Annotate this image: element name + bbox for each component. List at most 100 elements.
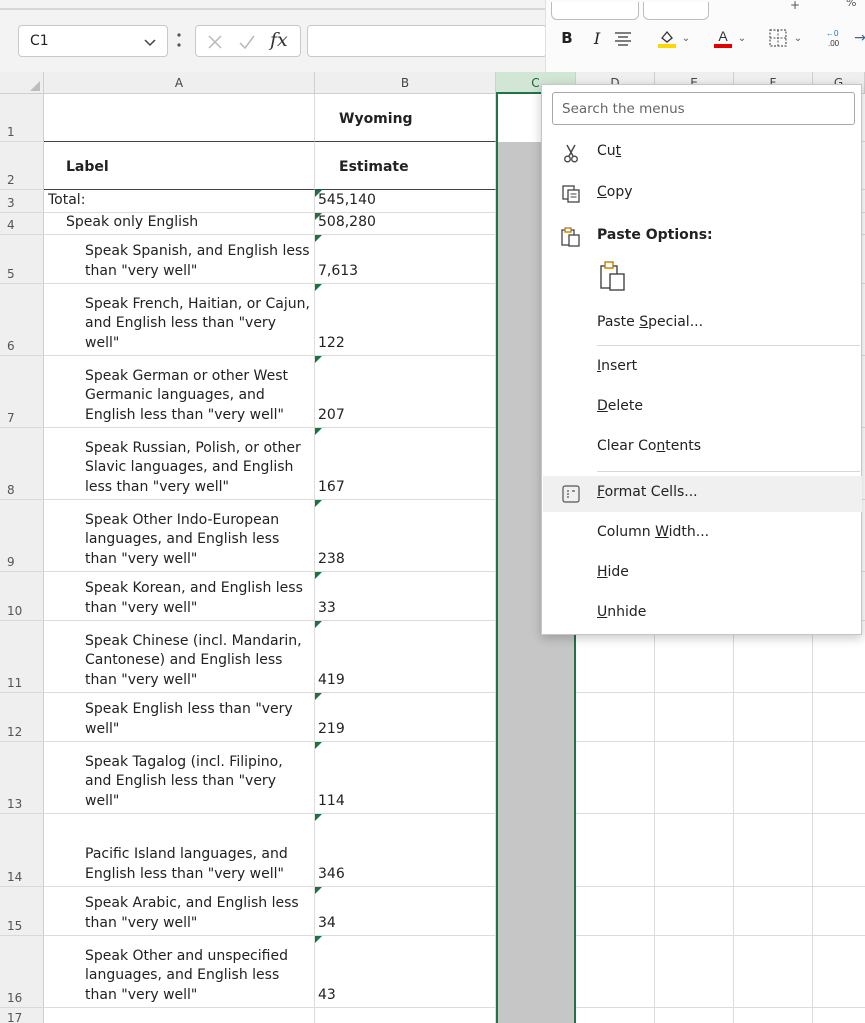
row-header[interactable]: 13	[0, 742, 44, 814]
cell-a17[interactable]	[44, 1008, 315, 1023]
fill-color-icon[interactable]	[656, 26, 678, 50]
number-as-text-indicator-icon[interactable]	[315, 621, 322, 628]
row-header[interactable]: 1	[0, 94, 44, 142]
cell-b5[interactable]: 7,613	[315, 235, 496, 284]
cell-a8[interactable]: Speak Russian, Polish, or other Slavic l…	[44, 428, 315, 500]
cell-a13[interactable]: Speak Tagalog (incl. Filipino, and Engli…	[44, 742, 315, 814]
menu-item-clear-contents[interactable]: Clear Contents	[543, 430, 862, 466]
italic-button[interactable]: I	[590, 26, 604, 50]
cell-b11[interactable]: 419	[315, 621, 496, 693]
cell-a15[interactable]: Speak Arabic, and English less than "ver…	[44, 887, 315, 936]
row-header[interactable]: 15	[0, 887, 44, 936]
cell-b4[interactable]: 508,280	[315, 213, 496, 235]
number-as-text-indicator-icon[interactable]	[315, 356, 322, 363]
cell-b9[interactable]: 238	[315, 500, 496, 572]
column-header-b[interactable]: B	[315, 72, 496, 94]
row-header[interactable]: 4	[0, 213, 44, 235]
number-as-text-indicator-icon[interactable]	[315, 235, 322, 242]
row-header[interactable]: 12	[0, 693, 44, 742]
number-as-text-indicator-icon[interactable]	[315, 500, 322, 507]
cell-b10[interactable]: 33	[315, 572, 496, 621]
cell-a2[interactable]: Label	[44, 142, 315, 190]
cell-a14[interactable]: Pacific Island languages, and English le…	[44, 814, 315, 887]
decrease-decimal-icon[interactable]: →	[854, 26, 865, 50]
number-as-text-indicator-icon[interactable]	[315, 284, 322, 291]
menu-item-hide[interactable]: Hide	[543, 556, 862, 592]
number-as-text-indicator-icon[interactable]	[315, 814, 322, 821]
percent-style-icon[interactable]: %	[846, 0, 856, 9]
cell-b15[interactable]: 34	[315, 887, 496, 936]
row-header[interactable]: 10	[0, 572, 44, 621]
row-header[interactable]: 7	[0, 356, 44, 428]
row-header[interactable]: 16	[0, 936, 44, 1008]
row-header[interactable]: 9	[0, 500, 44, 572]
row-header[interactable]: 6	[0, 284, 44, 356]
font-color-dropdown-icon[interactable]: ⌄	[737, 26, 747, 50]
cell-a16[interactable]: Speak Other and unspecified languages, a…	[44, 936, 315, 1008]
cell-a4[interactable]: Speak only English	[44, 213, 315, 235]
font-name-combo[interactable]	[551, 2, 639, 20]
increase-decimal-icon[interactable]: ←0.00	[824, 26, 848, 50]
cell-b8[interactable]: 167	[315, 428, 496, 500]
cancel-icon[interactable]	[205, 32, 225, 52]
menu-search-input[interactable]	[553, 93, 854, 124]
number-as-text-indicator-icon[interactable]	[315, 693, 322, 700]
row-header[interactable]: 17	[0, 1008, 44, 1023]
bold-button[interactable]: B	[560, 26, 574, 50]
row-header[interactable]: 5	[0, 235, 44, 284]
row-header[interactable]: 8	[0, 428, 44, 500]
menu-item-delete[interactable]: Delete	[543, 390, 862, 426]
cell-a11[interactable]: Speak Chinese (incl. Mandarin, Cantonese…	[44, 621, 315, 693]
row-header[interactable]: 2	[0, 142, 44, 190]
font-size-combo[interactable]	[643, 2, 709, 20]
select-all-corner[interactable]	[0, 72, 44, 94]
row-header[interactable]: 11	[0, 621, 44, 693]
cell-a9[interactable]: Speak Other Indo-European languages, and…	[44, 500, 315, 572]
menu-item-format-cells[interactable]: Format Cells...	[543, 476, 862, 512]
row-header[interactable]: 14	[0, 814, 44, 887]
cell-b14[interactable]: 346	[315, 814, 496, 887]
formula-input[interactable]	[307, 25, 547, 57]
menu-item-copy[interactable]: Copy	[543, 176, 862, 212]
borders-icon[interactable]	[768, 26, 788, 50]
cell-b3[interactable]: 545,140	[315, 190, 496, 213]
enter-check-icon[interactable]	[237, 32, 257, 52]
insert-function-button[interactable]: fx	[270, 29, 288, 51]
cell-b6[interactable]: 122	[315, 284, 496, 356]
cell-a6[interactable]: Speak French, Haitian, or Cajun, and Eng…	[44, 284, 315, 356]
row-header[interactable]: 3	[0, 190, 44, 213]
cell-b17[interactable]	[315, 1008, 496, 1023]
cell-a12[interactable]: Speak English less than "very well"	[44, 693, 315, 742]
more-options-icon[interactable]	[176, 29, 182, 51]
number-as-text-indicator-icon[interactable]	[315, 887, 322, 894]
number-as-text-indicator-icon[interactable]	[315, 428, 322, 435]
font-color-icon[interactable]: A	[712, 26, 734, 50]
cell-a10[interactable]: Speak Korean, and English less than "ver…	[44, 572, 315, 621]
chevron-down-icon[interactable]	[143, 35, 157, 49]
align-center-icon[interactable]	[614, 26, 632, 50]
cell-b13[interactable]: 114	[315, 742, 496, 814]
menu-search-box[interactable]	[552, 92, 855, 125]
menu-item-cut[interactable]: Cut	[543, 135, 862, 171]
number-as-text-indicator-icon[interactable]	[315, 742, 322, 749]
cell-b7[interactable]: 207	[315, 356, 496, 428]
cell-b16[interactable]: 43	[315, 936, 496, 1008]
column-header-a[interactable]: A	[44, 72, 315, 94]
paste-button-icon[interactable]	[598, 260, 628, 292]
borders-dropdown-icon[interactable]: ⌄	[793, 26, 803, 50]
cell-b12[interactable]: 219	[315, 693, 496, 742]
menu-item-insert[interactable]: Insert	[543, 350, 862, 386]
cell-b2[interactable]: Estimate	[315, 142, 496, 190]
menu-item-column-width[interactable]: Column Width...	[543, 516, 862, 552]
number-as-text-indicator-icon[interactable]	[315, 572, 322, 579]
increase-font-icon[interactable]: +	[790, 0, 800, 12]
cell-a3[interactable]: Total:	[44, 190, 315, 213]
cell-a1[interactable]	[44, 94, 315, 142]
menu-item-paste-special[interactable]: Paste Special...	[543, 306, 862, 342]
number-as-text-indicator-icon[interactable]	[315, 936, 322, 943]
cell-a7[interactable]: Speak German or other West Germanic lang…	[44, 356, 315, 428]
name-box[interactable]: C1	[18, 25, 168, 57]
cell-b1[interactable]: Wyoming	[315, 94, 496, 142]
fill-color-dropdown-icon[interactable]: ⌄	[681, 26, 691, 50]
menu-item-unhide[interactable]: Unhide	[543, 596, 862, 632]
